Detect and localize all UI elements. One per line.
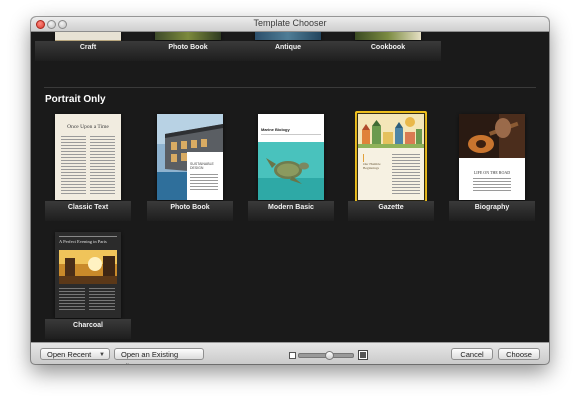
thumbnail-body-text	[59, 288, 85, 312]
thumbnail-accent-line	[59, 236, 117, 237]
template-thumbnail: Marine Biology	[258, 114, 324, 200]
template-photo-book[interactable]: SUSTAINABLE DESIGN Photo Book	[147, 114, 233, 234]
template-thumbnail: LIFE ON THE ROAD	[459, 114, 525, 200]
template-label: Antique	[235, 41, 341, 61]
small-thumbnail-icon	[289, 352, 296, 359]
template-chooser-window: Template Chooser Craft Photo Book Antiqu…	[31, 17, 549, 364]
thumbnail-body-text	[261, 134, 321, 137]
template-label: Gazette	[348, 201, 434, 221]
thumbnail-body-text	[190, 174, 218, 192]
template-cookbook[interactable]: Cookbook	[335, 32, 441, 62]
choose-button[interactable]: Choose	[498, 348, 540, 360]
thumbnail-title: SUSTAINABLE DESIGN	[190, 162, 214, 170]
template-gazette[interactable]: Our Humble Beginnings Gazette	[348, 111, 434, 234]
template-charcoal[interactable]: A Perfect Evening in Paris Charcoal	[45, 232, 131, 342]
bottom-toolbar: Open Recent ▼ Open an Existing File... C…	[31, 342, 549, 364]
sea-turtle-photo	[258, 142, 324, 200]
paris-sunset-photo	[59, 250, 117, 284]
cancel-button[interactable]: Cancel	[451, 348, 493, 360]
template-modern-basic[interactable]: Marine Biology Modern Basic	[248, 114, 334, 234]
thumbnail-title: Marine Biology	[261, 127, 290, 132]
window-title: Template Chooser	[253, 18, 327, 28]
template-thumbnail: Once Upon a Time	[55, 114, 121, 200]
thumbnail-body-text	[61, 136, 86, 196]
template-craft[interactable]: Craft	[35, 32, 141, 62]
open-recent-button[interactable]: Open Recent ▼	[40, 348, 110, 360]
template-antique[interactable]: Antique	[235, 32, 341, 62]
template-classic-text[interactable]: Once Upon a Time Classic Text	[45, 114, 131, 234]
template-label: Classic Text	[45, 201, 131, 221]
slider-knob[interactable]	[325, 351, 334, 360]
template-thumbnail	[155, 32, 221, 40]
template-label: Biography	[449, 201, 535, 221]
thumbnail-body-text	[392, 154, 420, 196]
section-title: Portrait Only	[45, 94, 106, 105]
thumbnail-title: Our Humble Beginnings	[363, 162, 381, 170]
template-thumbnail	[255, 32, 321, 40]
template-label: Cookbook	[335, 41, 441, 61]
template-label: Photo Book	[147, 201, 233, 221]
large-thumbnail-icon	[358, 350, 368, 360]
thumbnail-size-slider[interactable]	[298, 351, 354, 360]
thumbnail-body-text	[90, 136, 115, 196]
template-grid[interactable]: Craft Photo Book Antique Cookbook Portra…	[31, 32, 549, 342]
title-bar[interactable]: Template Chooser	[31, 17, 549, 32]
thumbnail-body-text	[473, 178, 511, 193]
thumbnail-title: Once Upon a Time	[67, 124, 109, 130]
template-label: Modern Basic	[248, 201, 334, 221]
template-thumbnail: Our Humble Beginnings	[358, 114, 424, 200]
template-label: Charcoal	[45, 319, 131, 339]
template-label: Photo Book	[135, 41, 241, 61]
template-photo-book-top[interactable]: Photo Book	[135, 32, 241, 62]
thumbnail-title: LIFE ON THE ROAD	[473, 170, 511, 175]
village-illustration	[358, 114, 424, 148]
thumbnail-accent-bar	[363, 154, 364, 162]
thumbnail-body-text	[89, 288, 115, 312]
template-thumbnail: A Perfect Evening in Paris	[55, 232, 121, 318]
section-divider	[44, 87, 536, 88]
template-biography[interactable]: LIFE ON THE ROAD Biography	[449, 114, 535, 234]
guitar-photo	[459, 114, 525, 158]
open-existing-file-button[interactable]: Open an Existing File...	[114, 348, 204, 364]
template-thumbnail: SUSTAINABLE DESIGN	[157, 114, 223, 200]
dropdown-arrow-icon: ▼	[99, 352, 105, 358]
template-thumbnail	[355, 32, 421, 40]
open-recent-label: Open Recent	[47, 350, 92, 359]
template-label: Craft	[35, 41, 141, 61]
thumbnail-title: A Perfect Evening in Paris	[59, 239, 107, 244]
